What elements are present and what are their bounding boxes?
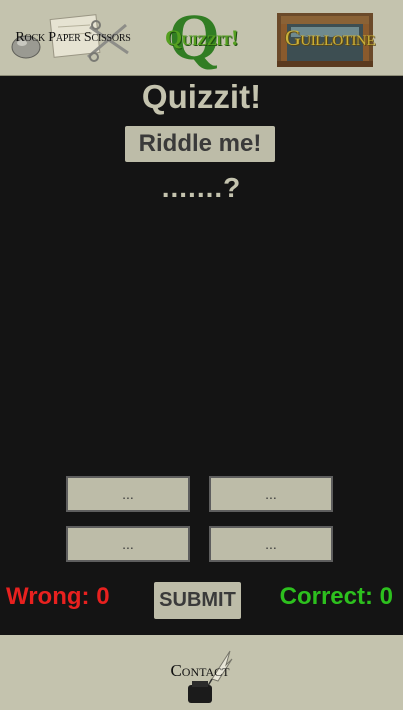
top-navigation: Rock Paper Scissors Q Quizzit! Guillotin… [0,0,403,76]
submit-button[interactable]: SUBMIT [154,582,241,619]
riddle-me-button[interactable]: Riddle me! [125,126,275,162]
nav-guillotine[interactable]: Guillotine [265,7,395,69]
correct-score: Correct: 0 [279,583,393,610]
question-text: .......? [161,172,242,203]
wrong-score: Wrong: 0 [6,583,110,610]
page-title: Quizzit! [141,78,262,115]
nav-rock-paper-scissors[interactable]: Rock Paper Scissors [8,7,138,69]
nav-quizzit-label: Quizzit! [165,24,238,50]
answer-option-3[interactable]: ... [66,526,190,562]
contact-label: Contact [170,661,230,680]
footer: Contact [0,635,403,710]
nav-quizzit[interactable]: Q Quizzit! [147,4,257,70]
answer-option-1[interactable]: ... [66,476,190,512]
answer-option-4[interactable]: ... [209,526,333,562]
contact-link[interactable]: Contact [164,649,240,705]
nav-rps-label: Rock Paper Scissors [15,29,131,45]
answer-option-2[interactable]: ... [209,476,333,512]
nav-guillotine-label: Guillotine [284,24,376,50]
